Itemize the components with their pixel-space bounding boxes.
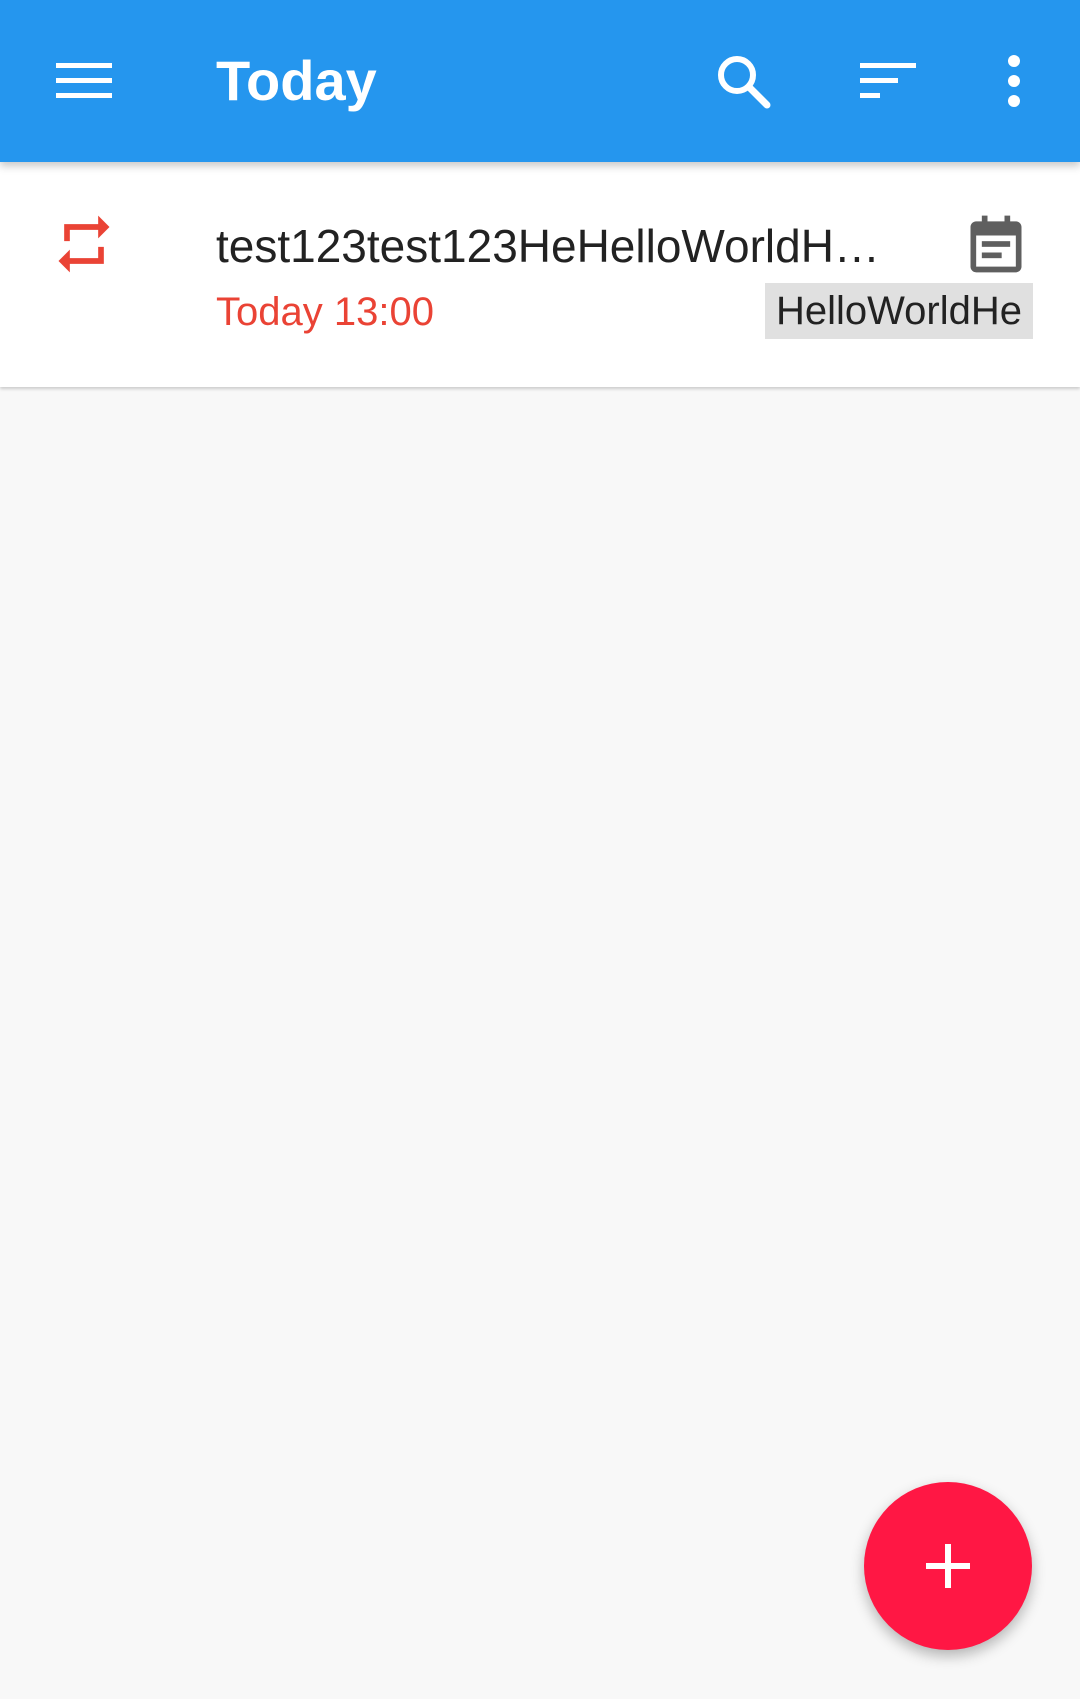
task-title: test123test123HeHelloWorldH…: [216, 220, 880, 272]
repeat-icon: [58, 215, 110, 273]
more-options-button[interactable]: [969, 36, 1059, 126]
sort-button[interactable]: [843, 36, 933, 126]
more-vert-icon: [1008, 55, 1020, 107]
app-bar: Today: [0, 0, 1080, 162]
page-title: Today: [216, 49, 377, 112]
task-tag-chip: HelloWorldHe: [764, 283, 1033, 339]
search-icon: [718, 56, 771, 109]
menu-icon: [56, 63, 112, 98]
plus-icon: [926, 1544, 970, 1588]
search-button[interactable]: [698, 36, 788, 126]
task-due-time: Today 13:00: [216, 290, 434, 334]
add-task-button[interactable]: [864, 1482, 1032, 1650]
sort-icon: [860, 63, 916, 98]
calendar-note-icon: [970, 215, 1022, 273]
menu-button[interactable]: [39, 36, 129, 126]
task-item[interactable]: [0, 162, 1080, 387]
